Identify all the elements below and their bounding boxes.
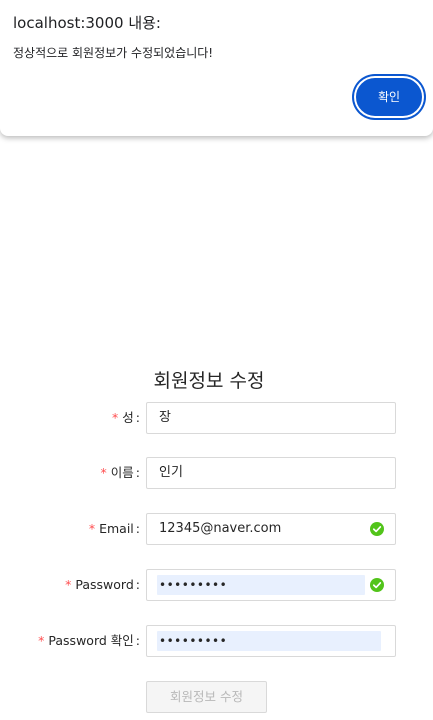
password-input[interactable]: ••••••••• [146, 569, 396, 601]
form-row-password-confirm: * Password 확인: ••••••••• [0, 625, 433, 657]
form-row-password: * Password: ••••••••• [0, 569, 433, 601]
password-label: * Password: [65, 577, 140, 592]
last-name-input[interactable]: 장 [146, 402, 396, 434]
first-name-input[interactable]: 인기 [146, 457, 396, 489]
form-title: 회원정보 수정 [153, 370, 265, 392]
password-confirm-input[interactable]: ••••••••• [146, 625, 396, 657]
form-row-last-name: * 성: 장 [0, 402, 433, 434]
required-marker: * [100, 465, 107, 480]
last-name-label: * 성: [112, 410, 140, 425]
page: localhost:3000 내용: 정상적으로 회원정보가 수정되었습니다! … [0, 0, 433, 720]
check-circle-icon [370, 578, 384, 592]
email-label: * Email: [88, 521, 140, 536]
required-marker: * [38, 633, 45, 648]
first-name-label: * 이름: [100, 465, 140, 480]
required-marker: * [112, 410, 119, 425]
first-name-value: 인기 [159, 465, 183, 480]
form-row-email: * Email: 12345@naver.com [0, 513, 433, 545]
password-confirm-label: * Password 확인: [38, 633, 140, 648]
alert-dialog: localhost:3000 내용: 정상적으로 회원정보가 수정되었습니다! … [0, 0, 433, 136]
required-marker: * [88, 521, 96, 536]
form-row-first-name: * 이름: 인기 [0, 457, 433, 489]
alert-message: 정상적으로 회원정보가 수정되었습니다! [13, 46, 214, 60]
alert-title: localhost:3000 내용: [13, 14, 161, 32]
submit-button[interactable]: 회원정보 수정 [146, 681, 267, 713]
email-input[interactable]: 12345@naver.com [146, 513, 396, 545]
last-name-value: 장 [159, 410, 171, 425]
check-circle-icon [370, 522, 384, 536]
alert-ok-button[interactable]: 확인 [356, 78, 422, 116]
required-marker: * [65, 577, 72, 592]
password-value: ••••••••• [159, 578, 228, 592]
password-confirm-value: ••••••••• [159, 634, 228, 648]
email-value: 12345@naver.com [159, 521, 282, 536]
